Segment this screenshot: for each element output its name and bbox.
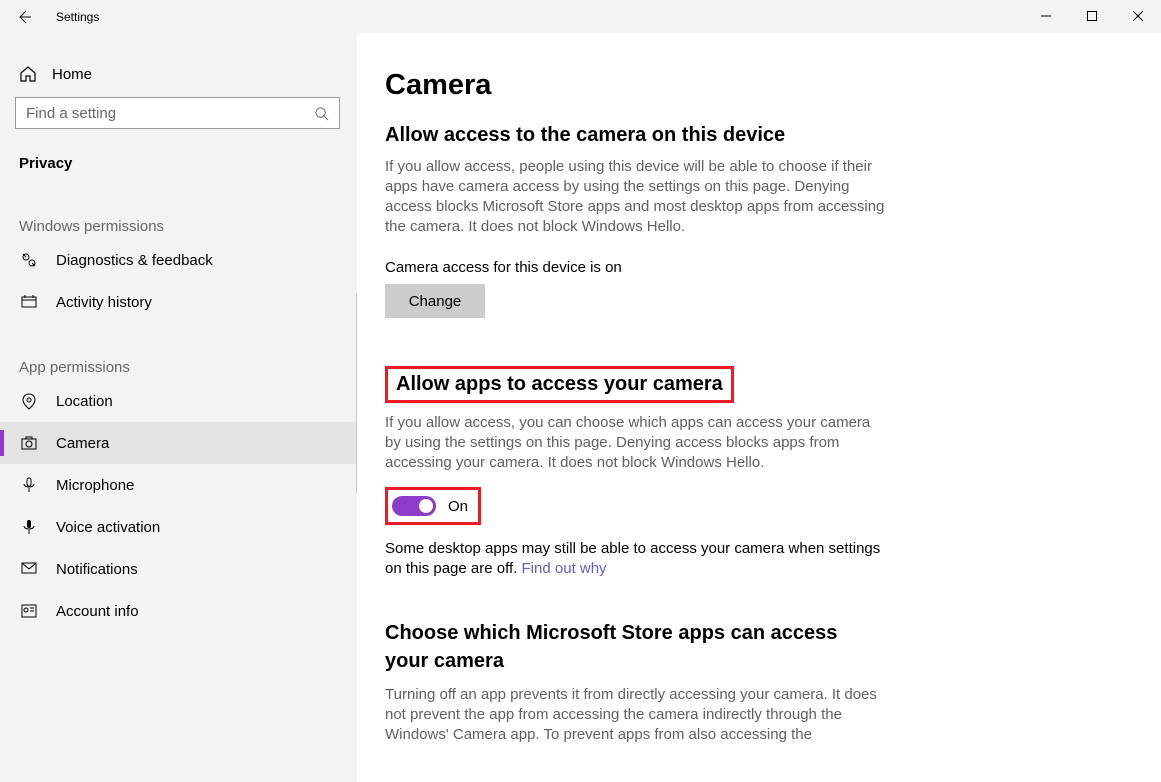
search-icon bbox=[314, 106, 329, 121]
search-box[interactable] bbox=[15, 97, 340, 129]
category-label: Privacy bbox=[0, 141, 357, 182]
close-icon bbox=[1133, 11, 1143, 21]
titlebar: Settings bbox=[0, 0, 1161, 33]
page-title: Camera bbox=[385, 69, 1133, 102]
section-choose-apps-title: Choose which Microsoft Store apps can ac… bbox=[385, 619, 885, 675]
window-controls bbox=[1023, 0, 1161, 32]
section-app-permissions: App permissions bbox=[0, 323, 357, 380]
voice-icon bbox=[19, 518, 39, 536]
section-allow-apps-desc: If you allow access, you can choose whic… bbox=[385, 413, 885, 473]
nav-label: Activity history bbox=[56, 294, 152, 311]
nav-camera[interactable]: Camera bbox=[0, 422, 357, 464]
nav-label: Microphone bbox=[56, 477, 134, 494]
maximize-icon bbox=[1087, 11, 1097, 21]
minimize-icon bbox=[1041, 11, 1051, 21]
minimize-button[interactable] bbox=[1023, 0, 1069, 32]
toggle-state-label: On bbox=[448, 498, 468, 515]
allow-apps-toggle[interactable] bbox=[392, 496, 436, 516]
highlight-allow-apps-title: Allow apps to access your camera bbox=[385, 366, 734, 403]
nav-activity-history[interactable]: Activity history bbox=[0, 281, 357, 323]
home-label: Home bbox=[52, 66, 92, 83]
camera-icon bbox=[19, 434, 39, 452]
home-icon bbox=[19, 65, 37, 83]
feedback-icon bbox=[19, 251, 39, 269]
camera-access-status: Camera access for this device is on bbox=[385, 259, 1133, 276]
sidebar: Home Privacy Windows permissions Diagnos… bbox=[0, 33, 357, 782]
search-input[interactable] bbox=[26, 105, 314, 122]
nav-notifications[interactable]: Notifications bbox=[0, 548, 357, 590]
find-out-why-link[interactable]: Find out why bbox=[522, 560, 607, 577]
nav-label: Account info bbox=[56, 603, 139, 620]
change-button[interactable]: Change bbox=[385, 284, 485, 318]
nav-label: Location bbox=[56, 393, 113, 410]
section-allow-device-desc: If you allow access, people using this d… bbox=[385, 157, 885, 237]
app-title: Settings bbox=[56, 10, 99, 24]
sidebar-divider bbox=[356, 293, 357, 493]
notifications-icon bbox=[19, 560, 39, 578]
nav-label: Camera bbox=[56, 435, 109, 452]
desktop-apps-note: Some desktop apps may still be able to a… bbox=[385, 539, 885, 579]
section-windows-permissions: Windows permissions bbox=[0, 182, 357, 239]
location-icon bbox=[19, 392, 39, 410]
maximize-button[interactable] bbox=[1069, 0, 1115, 32]
nav-account-info[interactable]: Account info bbox=[0, 590, 357, 632]
back-button[interactable] bbox=[0, 0, 48, 33]
microphone-icon bbox=[19, 476, 39, 494]
nav-diagnostics[interactable]: Diagnostics & feedback bbox=[0, 239, 357, 281]
nav-label: Notifications bbox=[56, 561, 138, 578]
highlight-toggle: On bbox=[385, 487, 481, 525]
arrow-left-icon bbox=[16, 9, 32, 25]
section-allow-device-title: Allow access to the camera on this devic… bbox=[385, 124, 1133, 147]
section-choose-apps-desc: Turning off an app prevents it from dire… bbox=[385, 685, 885, 745]
nav-voice-activation[interactable]: Voice activation bbox=[0, 506, 357, 548]
history-icon bbox=[19, 293, 39, 311]
nav-label: Voice activation bbox=[56, 519, 160, 536]
section-allow-apps-title: Allow apps to access your camera bbox=[396, 373, 723, 396]
nav-microphone[interactable]: Microphone bbox=[0, 464, 357, 506]
content-area: Camera Allow access to the camera on thi… bbox=[357, 33, 1161, 782]
nav-location[interactable]: Location bbox=[0, 380, 357, 422]
close-button[interactable] bbox=[1115, 0, 1161, 32]
nav-label: Diagnostics & feedback bbox=[56, 252, 213, 269]
account-icon bbox=[19, 602, 39, 620]
home-nav[interactable]: Home bbox=[0, 55, 357, 93]
